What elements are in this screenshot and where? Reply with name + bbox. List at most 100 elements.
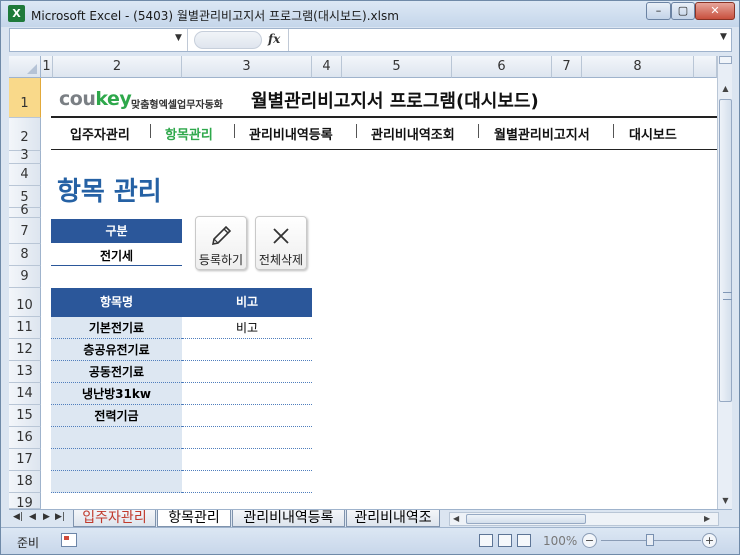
horizontal-scroll-thumb[interactable]: [466, 514, 586, 524]
table-cell-note[interactable]: [182, 405, 312, 427]
program-title: 월별관리비고지서 프로그램(대시보드): [251, 91, 539, 112]
scroll-right-icon[interactable]: ▶: [704, 514, 710, 523]
nav-item-item-management[interactable]: 항목관리: [165, 124, 213, 143]
scroll-left-icon[interactable]: ◀: [453, 514, 459, 523]
row-header[interactable]: 17: [9, 449, 41, 471]
page-layout-view-icon[interactable]: [498, 534, 512, 547]
table-cell-item-name[interactable]: 층공유전기료: [51, 339, 182, 361]
nav-item-fee-registration[interactable]: 관리비내역등록: [249, 124, 333, 143]
column-header-overflow: [694, 56, 717, 78]
row-header[interactable]: 12: [9, 339, 41, 361]
nav-item-dashboard[interactable]: 대시보드: [629, 124, 677, 143]
delete-all-button[interactable]: 전체삭제: [255, 216, 307, 270]
last-sheet-icon[interactable]: ▶|: [55, 512, 65, 522]
row-header[interactable]: 6: [9, 204, 41, 218]
sheet-tab-bar: ◀| ◀ ▶ ▶| 입주자관리 항목관리 관리비내역등록 관리비내역조 ◀ ▶: [9, 509, 732, 527]
row-header[interactable]: 2: [9, 118, 41, 151]
row-header[interactable]: 13: [9, 361, 41, 383]
row-header[interactable]: 18: [9, 471, 41, 493]
table-cell-item-name[interactable]: 전력기금: [51, 405, 182, 427]
table-cell-note[interactable]: [182, 339, 312, 361]
column-header[interactable]: 6: [452, 56, 552, 78]
column-header[interactable]: 1: [41, 56, 53, 78]
row-header[interactable]: 1: [9, 78, 41, 118]
row-header[interactable]: 7: [9, 218, 41, 244]
nav-item-tenant-management[interactable]: 입주자관리: [70, 124, 130, 143]
nav-separator: [478, 124, 479, 138]
row-header[interactable]: 16: [9, 427, 41, 449]
table-cell-note[interactable]: [182, 383, 312, 405]
formula-input[interactable]: [288, 29, 718, 51]
minimize-button[interactable]: –: [646, 2, 671, 20]
next-sheet-icon[interactable]: ▶: [43, 512, 50, 522]
nav-separator: [613, 124, 614, 138]
table-header-item-name: 항목명: [51, 288, 182, 317]
row-header[interactable]: 15: [9, 405, 41, 427]
table-cell-note[interactable]: [182, 449, 312, 471]
split-handle[interactable]: [719, 56, 732, 64]
worksheet-area[interactable]: coukey 맞춤형엑셀업무자동화 월별관리비고지서 프로그램(대시보드) 입주…: [41, 78, 717, 509]
register-button[interactable]: 등록하기: [195, 216, 247, 270]
category-header: 구분: [51, 219, 182, 243]
excel-app-icon[interactable]: X: [8, 5, 25, 22]
table-cell-item-name[interactable]: 공동전기료: [51, 361, 182, 383]
row-header[interactable]: 10: [9, 288, 41, 317]
sheet-tab-fee-lookup[interactable]: 관리비내역조: [346, 510, 440, 527]
table-cell-item-name[interactable]: 냉난방31kw: [51, 383, 182, 405]
insert-function-button[interactable]: fx: [268, 32, 280, 46]
table-cell-note[interactable]: [182, 427, 312, 449]
name-box-dropdown-icon[interactable]: ▼: [175, 33, 182, 43]
sheet-tab-item-management[interactable]: 항목관리: [157, 510, 231, 527]
vertical-scroll-thumb[interactable]: [719, 99, 732, 402]
maximize-button[interactable]: ▢: [671, 2, 695, 20]
title-bar: X Microsoft Excel - (5403) 월별관리비고지서 프로그램…: [1, 1, 739, 27]
horizontal-scrollbar[interactable]: ◀ ▶: [449, 512, 719, 526]
table-cell-note[interactable]: [182, 361, 312, 383]
nav-item-monthly-bill[interactable]: 월별관리비고지서: [494, 124, 590, 143]
prev-sheet-icon[interactable]: ◀: [29, 512, 36, 522]
zoom-out-icon[interactable]: −: [582, 533, 597, 548]
row-header[interactable]: 4: [9, 164, 41, 186]
close-button[interactable]: ✕: [695, 2, 735, 20]
sheet-tab-fee-registration[interactable]: 관리비내역등록: [232, 510, 345, 527]
table-cell-item-name[interactable]: [51, 427, 182, 449]
table-cell-item-name[interactable]: 기본전기료: [51, 317, 182, 339]
vertical-scrollbar[interactable]: ▲ ▼: [717, 56, 732, 509]
select-all-corner[interactable]: [9, 56, 41, 78]
nav-item-fee-lookup[interactable]: 관리비내역조회: [371, 124, 455, 143]
column-header[interactable]: 4: [312, 56, 342, 78]
page-break-view-icon[interactable]: [517, 534, 531, 547]
table-cell-note[interactable]: [182, 471, 312, 493]
row-header[interactable]: 14: [9, 383, 41, 405]
zoom-in-icon[interactable]: +: [702, 533, 717, 548]
coukey-logo: coukey: [59, 88, 132, 110]
normal-view-icon[interactable]: [479, 534, 493, 547]
row-header[interactable]: 8: [9, 244, 41, 266]
column-header[interactable]: 3: [182, 56, 312, 78]
page-heading: 항목 관리: [57, 177, 162, 207]
zoom-slider-handle[interactable]: [646, 534, 654, 546]
table-cell-item-name[interactable]: [51, 471, 182, 493]
macro-record-icon[interactable]: [61, 533, 77, 547]
name-box[interactable]: [10, 29, 188, 51]
row-header[interactable]: 19: [9, 493, 41, 509]
column-header[interactable]: 2: [53, 56, 182, 78]
category-value[interactable]: 전기세: [51, 247, 182, 264]
first-sheet-icon[interactable]: ◀|: [13, 512, 23, 522]
table-cell-note[interactable]: 비고: [182, 317, 312, 339]
sheet-tab-tenant-management[interactable]: 입주자관리: [73, 510, 156, 527]
row-header[interactable]: 9: [9, 266, 41, 288]
table-cell-item-name[interactable]: [51, 449, 182, 471]
pencil-icon: [196, 223, 246, 252]
delete-all-button-label: 전체삭제: [258, 253, 304, 267]
scroll-down-icon[interactable]: ▼: [718, 493, 733, 509]
row-header[interactable]: 11: [9, 317, 41, 339]
excel-window: X Microsoft Excel - (5403) 월별관리비고지서 프로그램…: [0, 0, 740, 555]
zoom-level[interactable]: 100%: [543, 534, 577, 548]
column-header[interactable]: 5: [342, 56, 452, 78]
expand-formula-bar-icon[interactable]: ▼: [720, 32, 727, 42]
row-header[interactable]: 3: [9, 149, 41, 164]
column-header[interactable]: 7: [552, 56, 582, 78]
scroll-up-icon[interactable]: ▲: [718, 81, 733, 97]
column-header[interactable]: 8: [582, 56, 694, 78]
